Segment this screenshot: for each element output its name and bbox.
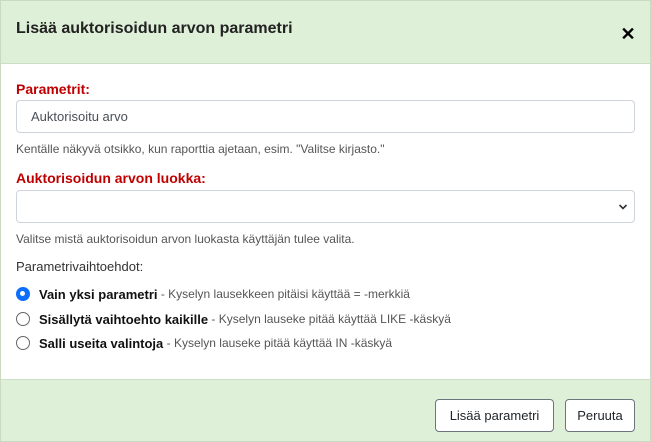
- option-label: Salli useita valintoja: [39, 335, 164, 351]
- option-description: - Kyselyn lauseke pitää käyttää IN -käsk…: [163, 336, 393, 350]
- radio-include-all[interactable]: [16, 312, 30, 326]
- modal-header: Lisää auktorisoidun arvon parametri ✕: [1, 1, 650, 64]
- option-include-all[interactable]: Sisällytä vaihtoehto kaikille - Kyselyn …: [16, 309, 451, 329]
- option-label: Vain yksi parametri: [39, 286, 158, 302]
- close-button[interactable]: ✕: [618, 23, 638, 45]
- option-description: - Kyselyn lauseke pitää käyttää LIKE -kä…: [208, 312, 451, 326]
- parameter-options-label: Parametrivaihtoehdot:: [16, 259, 144, 274]
- close-icon: ✕: [620, 24, 636, 44]
- value-class-help-text: Valitse mistä auktorisoidun arvon luokas…: [16, 232, 355, 246]
- add-authorised-value-parameter-modal: Lisää auktorisoidun arvon parametri ✕ Pa…: [0, 0, 651, 442]
- value-class-select[interactable]: [16, 190, 635, 223]
- value-class-label: Auktorisoidun arvon luokka:: [16, 170, 206, 186]
- chevron-down-icon: [618, 204, 628, 210]
- parameter-name-input[interactable]: [16, 100, 635, 133]
- option-allow-multiple[interactable]: Salli useita valintoja - Kyselyn lauseke…: [16, 333, 392, 353]
- cancel-button[interactable]: Peruuta: [565, 399, 635, 432]
- parameter-help-text: Kentälle näkyvä otsikko, kun raporttia a…: [16, 142, 385, 156]
- option-label: Sisällytä vaihtoehto kaikille: [39, 311, 209, 327]
- option-single-parameter[interactable]: Vain yksi parametri - Kyselyn lausekkeen…: [16, 284, 410, 304]
- parameter-label: Parametrit:: [16, 81, 90, 97]
- option-description: - Kyselyn lausekkeen pitäisi käyttää = -…: [157, 287, 410, 301]
- radio-allow-multiple[interactable]: [16, 336, 30, 350]
- add-parameter-button[interactable]: Lisää parametri: [435, 399, 554, 432]
- radio-single-parameter[interactable]: [16, 287, 30, 301]
- modal-title: Lisää auktorisoidun arvon parametri: [16, 20, 293, 37]
- modal-footer: Lisää parametri Peruuta: [1, 379, 650, 441]
